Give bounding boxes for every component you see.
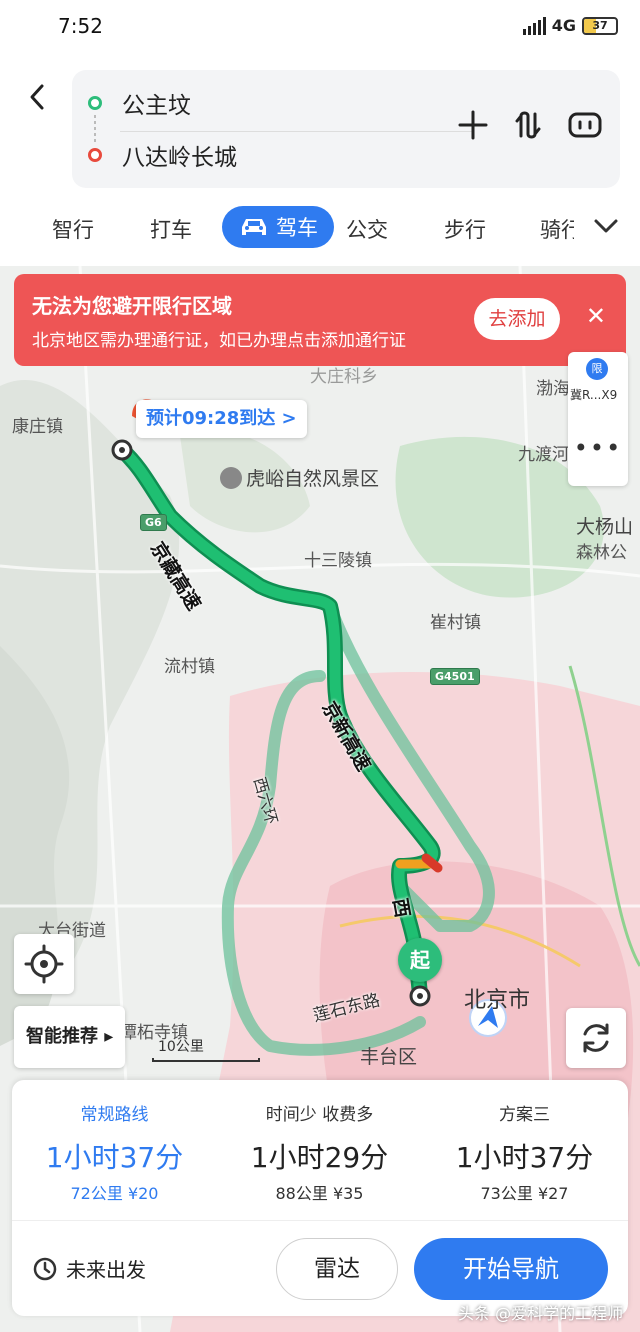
traffic-limit-icon[interactable]: 限 bbox=[586, 358, 608, 380]
start-point-row[interactable]: 公主坟 bbox=[72, 78, 191, 128]
plan-duration: 1小时29分 bbox=[250, 1141, 389, 1174]
more-options-icon[interactable]: ••• bbox=[568, 434, 628, 462]
clock-icon bbox=[33, 1257, 57, 1280]
scale-bar bbox=[152, 1058, 260, 1062]
plan-info: 88公里 ¥35 bbox=[275, 1184, 364, 1203]
end-dot-icon bbox=[88, 148, 102, 162]
battery-level: 37 bbox=[592, 18, 608, 32]
map-label-fengtai: 丰台区 bbox=[360, 1046, 418, 1068]
refresh-icon bbox=[583, 1023, 609, 1053]
battery-icon: 37 bbox=[582, 16, 618, 35]
side-panel: 限 冀R...X9 ••• bbox=[568, 352, 628, 486]
map-label-cuicun: 崔村镇 bbox=[430, 613, 481, 633]
future-departure-label: 未来出发 bbox=[66, 1258, 146, 1282]
road-badge-g6: G6 bbox=[140, 514, 167, 531]
locate-button[interactable] bbox=[14, 934, 74, 994]
start-pin: 起 bbox=[398, 938, 442, 982]
map-label-liucun: 流村镇 bbox=[164, 657, 215, 677]
plan-info: 72公里 ¥20 bbox=[70, 1184, 159, 1203]
status-time: 7:52 bbox=[58, 14, 103, 38]
map-label-daxingshan: 大杨山 bbox=[576, 516, 634, 538]
back-icon[interactable] bbox=[26, 80, 56, 114]
alert-title: 无法为您避开限行区域 bbox=[32, 294, 232, 318]
plan-name: 常规路线 bbox=[80, 1105, 149, 1125]
chevron-down-icon[interactable] bbox=[592, 214, 620, 242]
tab-smart[interactable]: 智行 bbox=[52, 214, 94, 244]
watermark: 头条 @爱科学的工程师 bbox=[458, 1304, 624, 1323]
plan-info: 73公里 ¥27 bbox=[480, 1184, 569, 1203]
road-badge-g4501: G4501 bbox=[430, 668, 480, 685]
route-plan-1[interactable]: 常规路线 1小时37分 72公里 ¥20 bbox=[12, 1080, 217, 1220]
locate-icon bbox=[24, 944, 64, 984]
map-label-forest: 森林公 bbox=[576, 543, 627, 563]
sheet-divider bbox=[12, 1220, 628, 1221]
plate-number[interactable]: 冀R...X9 bbox=[570, 386, 617, 403]
end-point-input[interactable]: 八达岭长城 bbox=[122, 138, 237, 172]
scenic-spot-icon bbox=[220, 467, 242, 489]
radar-button[interactable]: 雷达 bbox=[276, 1238, 398, 1300]
add-waypoint-icon[interactable] bbox=[458, 110, 488, 140]
car-icon bbox=[242, 219, 266, 235]
status-bar: 7:52 4G 37 bbox=[0, 0, 640, 56]
map-label-huyu: 虎峪自然风景区 bbox=[220, 464, 379, 491]
map-label-jiudu: 九渡河 bbox=[518, 445, 569, 465]
start-point-input[interactable]: 公主坟 bbox=[122, 86, 191, 120]
plan-duration: 1小时37分 bbox=[455, 1141, 594, 1174]
end-point-row[interactable]: 八达岭长城 bbox=[72, 130, 237, 180]
tab-transit[interactable]: 公交 bbox=[346, 214, 388, 244]
map-label-beijing: 北京市 bbox=[464, 988, 531, 1013]
restriction-alert: 无法为您避开限行区域 北京地区需办理通行证，如已办理点击添加通行证 去添加 ✕ bbox=[14, 274, 626, 366]
map-scale: 10公里 bbox=[152, 1036, 260, 1062]
add-pass-button[interactable]: 去添加 bbox=[474, 298, 560, 340]
start-navigation-button[interactable]: 开始导航 bbox=[414, 1238, 608, 1300]
plan-name: 时间少 收费多 bbox=[265, 1105, 374, 1125]
map-label-shisanling: 十三陵镇 bbox=[304, 551, 372, 571]
plan-duration: 1小时37分 bbox=[45, 1141, 184, 1174]
network-label: 4G bbox=[551, 16, 576, 35]
tab-drive-label: 驾车 bbox=[276, 216, 318, 240]
map-label-huyu-text: 虎峪自然风景区 bbox=[246, 468, 380, 490]
map-label-bohai: 渤海 bbox=[536, 379, 570, 399]
status-icons: 4G 37 bbox=[522, 16, 618, 35]
signal-icon bbox=[522, 16, 546, 35]
alert-message: 北京地区需办理通行证，如已办理点击添加通行证 bbox=[32, 331, 406, 351]
route-options-icon[interactable] bbox=[568, 111, 602, 139]
tab-walk[interactable]: 步行 bbox=[444, 214, 486, 244]
route-card: 公主坟 八达岭长城 bbox=[72, 70, 620, 188]
travel-mode-tabs: 智行 打车 驾车 公交 步行 骑行 bbox=[0, 200, 640, 256]
tab-taxi[interactable]: 打车 bbox=[150, 214, 192, 244]
route-actions bbox=[458, 110, 602, 140]
refresh-button[interactable] bbox=[566, 1008, 626, 1068]
swap-route-icon[interactable] bbox=[514, 110, 542, 140]
tab-bike[interactable]: 骑行 bbox=[540, 214, 574, 244]
scale-label: 10公里 bbox=[158, 1039, 204, 1055]
smart-recommend-button[interactable]: 智能推荐 ▸ bbox=[14, 1006, 126, 1068]
plan-name: 方案三 bbox=[499, 1105, 550, 1125]
eta-bubble[interactable]: 预计09:28到达 > bbox=[136, 400, 307, 438]
close-icon[interactable]: ✕ bbox=[586, 304, 606, 328]
future-departure-button[interactable]: 未来出发 bbox=[32, 1254, 146, 1283]
tab-drive[interactable]: 驾车 bbox=[222, 206, 334, 248]
start-dot-icon bbox=[88, 96, 102, 110]
route-plan-3[interactable]: 方案三 1小时37分 73公里 ¥27 bbox=[422, 1080, 627, 1220]
map-label-kangzhuang: 康庄镇 bbox=[12, 417, 63, 437]
route-plans-sheet: 常规路线 1小时37分 72公里 ¥20 时间少 收费多 1小时29分 88公里… bbox=[12, 1080, 628, 1316]
route-plan-2[interactable]: 时间少 收费多 1小时29分 88公里 ¥35 bbox=[217, 1080, 422, 1220]
